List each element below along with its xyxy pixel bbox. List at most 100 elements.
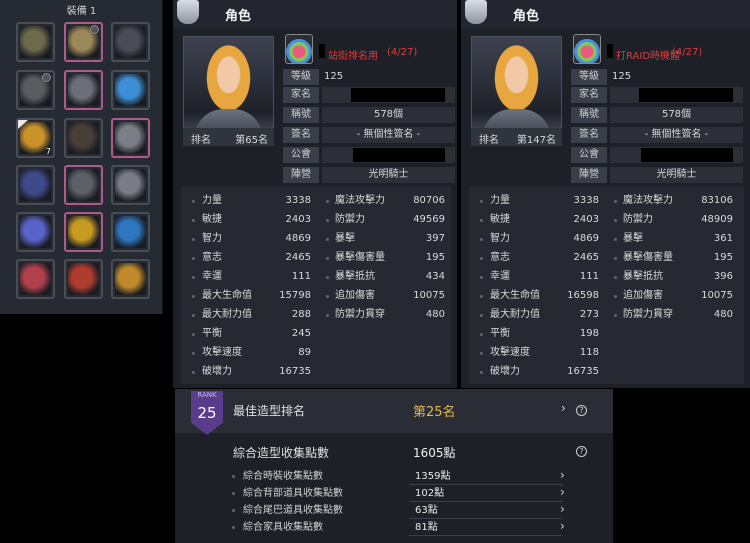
family-label: 家名 [283, 87, 319, 103]
equipment-slot[interactable] [111, 118, 150, 158]
stat-value: 49569 [413, 214, 445, 225]
redacted-area [641, 148, 733, 162]
stat-value: 16735 [567, 366, 599, 377]
chevron-right-icon[interactable]: › [560, 502, 565, 516]
stat-label: 暴擊抵抗 [623, 271, 663, 282]
ring-icon [115, 263, 146, 295]
stat-value: 2403 [285, 214, 311, 225]
level-value: 125 [324, 71, 344, 82]
collection-row[interactable]: 綜合時裝收集點數 1359點 › [229, 468, 589, 485]
chevron-right-icon[interactable]: › [560, 468, 565, 482]
signature-value: - 無個性簽名 - [322, 127, 455, 143]
redacted-area [319, 44, 325, 58]
rank-bar: 排名 第147名 [471, 128, 562, 146]
stat-value: 434 [425, 271, 445, 282]
chevron-right-icon[interactable]: › [560, 485, 565, 499]
nickname-label: 稱號 [283, 107, 319, 123]
shield-icon [115, 169, 146, 201]
equipment-slot[interactable] [64, 118, 103, 158]
equipment-panel: 裝備 1 7 [0, 0, 163, 314]
stat-label: 意志 [490, 252, 510, 263]
bracelet-icon [115, 216, 146, 248]
bullet-dot [614, 219, 617, 222]
equipment-slot[interactable] [64, 70, 103, 110]
bullet-dot [192, 257, 195, 260]
bullet-dot [614, 257, 617, 260]
equipment-title: 裝備 1 [66, 6, 97, 17]
equipment-slot[interactable] [16, 165, 55, 205]
equipment-slot[interactable] [64, 212, 103, 252]
stat-value: 2403 [573, 214, 599, 225]
collection-value: 1359點 [415, 471, 451, 482]
rank-badge: RANK 25 [191, 391, 223, 435]
chevron-right-icon[interactable]: › [560, 519, 565, 533]
equipment-slot[interactable] [111, 70, 150, 110]
total-collection-value: 1605點 [413, 446, 456, 460]
stat-label: 暴擊 [623, 233, 643, 244]
equipment-slot[interactable] [64, 22, 103, 62]
stat-value: 361 [713, 233, 733, 244]
bullet-dot [326, 295, 329, 298]
equipment-slot[interactable] [16, 259, 55, 299]
bullet-dot [232, 509, 235, 512]
title-potion-icon[interactable] [573, 34, 601, 64]
bullet-dot [480, 352, 483, 355]
rank-label: 排名 [191, 135, 211, 146]
character-title[interactable]: 打RAID時機體 [616, 47, 680, 62]
chevron-right-icon[interactable]: › [561, 401, 566, 415]
nickname-value: 578個 [322, 107, 455, 123]
title-count: (4/27) [387, 47, 418, 58]
bullet-dot [480, 295, 483, 298]
character-title[interactable]: 站街排名用 [328, 47, 378, 62]
signature-label: 簽名 [283, 127, 319, 143]
stat-label: 平衡 [202, 328, 222, 339]
level-label: 等級 [283, 69, 319, 85]
stat-label: 暴擊抵抗 [335, 271, 375, 282]
equipment-slot[interactable] [111, 22, 150, 62]
stat-label: 暴擊 [335, 233, 355, 244]
bullet-dot [326, 200, 329, 203]
bullet-dot [614, 200, 617, 203]
panel-title: 角色 [513, 9, 540, 24]
help-icon[interactable]: ? [576, 405, 587, 416]
bullet-dot [192, 295, 195, 298]
collection-row[interactable]: 綜合家具收集點數 81點 › [229, 519, 589, 536]
equipment-slot[interactable] [16, 70, 55, 110]
stat-label: 智力 [202, 233, 222, 244]
equipment-slot[interactable] [111, 259, 150, 299]
camp-value: 光明騎士 [610, 167, 743, 183]
collection-row[interactable]: 綜合背部道具收集點數 102點 › [229, 485, 589, 502]
bullet-dot [192, 238, 195, 241]
stat-value: 273 [579, 309, 599, 320]
stat-label: 最大生命值 [202, 290, 252, 301]
bullet-dot [480, 333, 483, 336]
style-rank-panel: RANK 25 最佳造型排名 第25名 › ? 綜合造型收集點數 1605點 ?… [175, 389, 613, 543]
best-style-rank-label: 最佳造型排名 [233, 404, 306, 418]
best-style-rank-row[interactable]: RANK 25 最佳造型排名 第25名 › ? [175, 389, 613, 435]
equipment-slot[interactable] [64, 165, 103, 205]
equipment-slot[interactable] [111, 165, 150, 205]
gem-icon [115, 74, 146, 106]
stat-value: 4869 [573, 233, 599, 244]
help-icon[interactable]: ? [576, 446, 587, 457]
guild-label: 公會 [571, 147, 607, 163]
rank-label: 排名 [479, 135, 499, 146]
bullet-dot [232, 526, 235, 529]
stat-value: 15798 [279, 290, 311, 301]
rank-badge-caption: RANK [197, 391, 217, 399]
equipment-slot[interactable] [16, 22, 55, 62]
rank-value: 第65名 [235, 135, 268, 146]
bullet-dot [480, 200, 483, 203]
collection-row[interactable]: 綜合尾巴道具收集點數 63點 › [229, 502, 589, 519]
camp-label: 陣營 [283, 167, 319, 183]
signature-value: - 無個性簽名 - [610, 127, 743, 143]
ring-icon [20, 216, 51, 248]
equipment-slot[interactable] [111, 212, 150, 252]
equipment-slot[interactable]: 7 [16, 118, 55, 158]
collection-value: 81點 [415, 522, 438, 533]
title-potion-icon[interactable] [285, 34, 313, 64]
equipment-slot[interactable] [64, 259, 103, 299]
stat-value: 396 [713, 271, 733, 282]
equipment-slot[interactable] [16, 212, 55, 252]
ring-icon [20, 263, 51, 295]
